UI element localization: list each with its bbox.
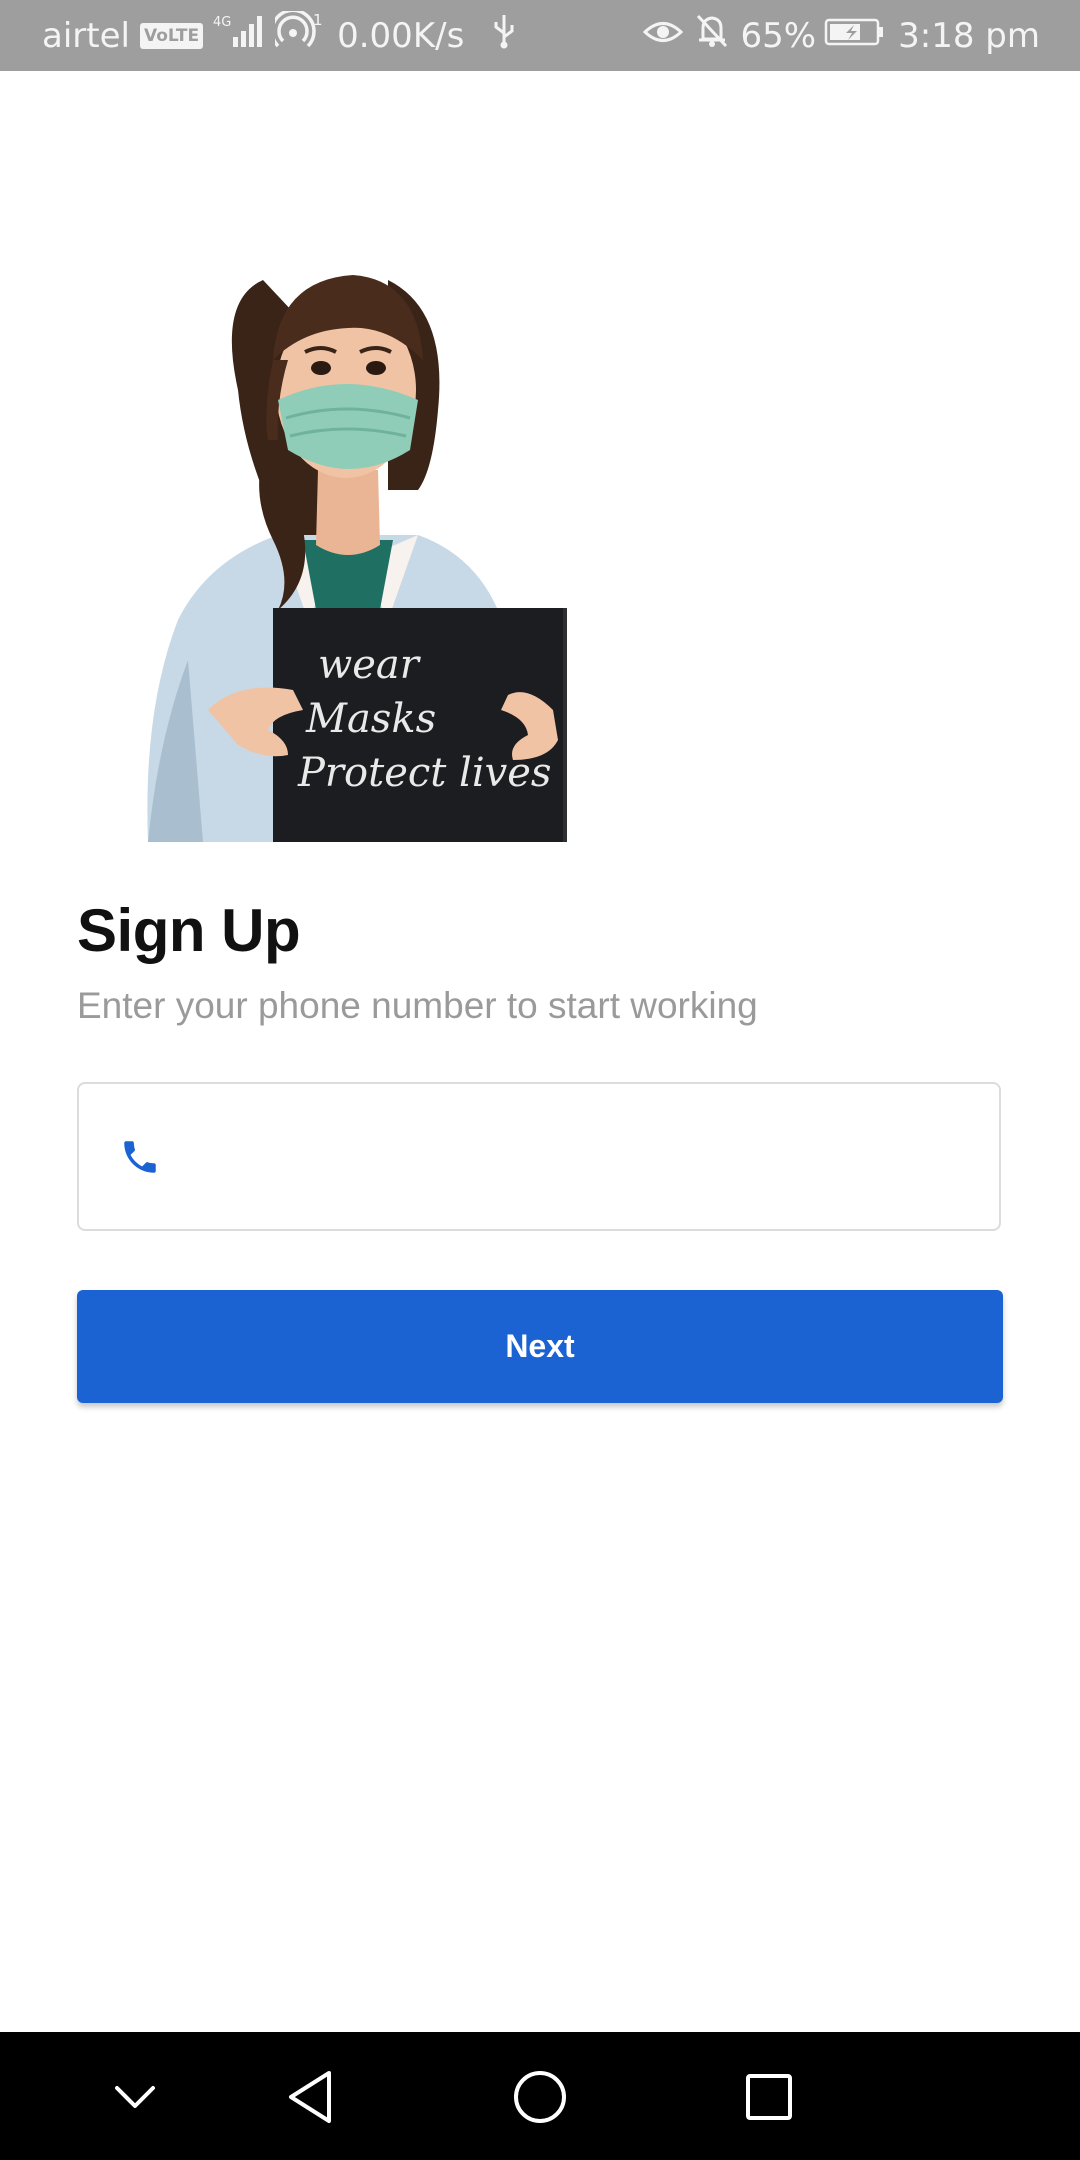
usb-icon <box>492 13 516 58</box>
hotspot-icon: 1 <box>270 8 323 60</box>
bell-off-icon <box>695 13 729 58</box>
sign-line-wear: wear <box>318 642 422 688</box>
signal-icon: 4G <box>213 13 265 58</box>
phone-icon <box>119 1136 161 1178</box>
signup-screen: airtel VoLTE 4G 1 0.00K/s 65% 3:18 pm we… <box>0 0 1080 2160</box>
battery-percent: 65% <box>740 15 817 56</box>
chevron-down-icon[interactable] <box>100 2062 170 2132</box>
back-icon[interactable] <box>275 2062 345 2132</box>
eye-icon <box>642 16 683 56</box>
status-bar: airtel VoLTE 4G 1 0.00K/s 65% 3:18 pm <box>0 0 1080 71</box>
page-title: Sign Up <box>77 897 301 964</box>
page-subtitle: Enter your phone number to start working <box>77 985 758 1026</box>
network-speed: 0.00K/s <box>337 15 465 56</box>
clock: 3:18 pm <box>898 15 1040 56</box>
phone-input[interactable] <box>199 1114 973 1202</box>
volte-icon: VoLTE <box>139 22 204 49</box>
sign-line-masks: Masks <box>305 696 436 742</box>
phone-number-field[interactable] <box>77 1082 1001 1231</box>
battery-charging-icon <box>824 16 886 56</box>
home-icon[interactable] <box>505 2062 575 2132</box>
recents-icon[interactable] <box>734 2062 804 2132</box>
hotspot-count: 1 <box>313 11 323 29</box>
navigation-bar <box>0 2032 1080 2160</box>
doctor-mask-illustration: wear Masks Protect lives <box>88 240 648 842</box>
network-type-label: 4G <box>213 15 231 30</box>
next-button[interactable]: Next <box>77 1290 1003 1403</box>
carrier-name: airtel <box>42 15 130 56</box>
